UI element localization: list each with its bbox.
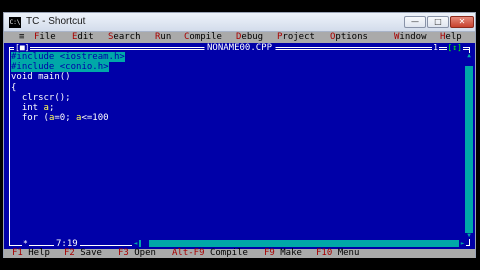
menu-debug-label: ebug [241, 32, 264, 42]
status-label: Menu [337, 248, 360, 258]
code-line: #include <iostream.h> [11, 52, 125, 62]
menu-run-label: un [160, 32, 172, 42]
menu-file[interactable]: File [34, 32, 56, 43]
code-token: <=100 [81, 113, 109, 124]
menu-compile[interactable]: Compile [184, 32, 222, 43]
code-token: =0; [54, 113, 77, 124]
code-token: ; [48, 102, 55, 113]
status-help[interactable]: F1 Help [12, 249, 50, 258]
code-line: #include <conio.h> [11, 62, 125, 73]
status-label: Open [134, 248, 156, 258]
status-key: F1 [12, 248, 23, 258]
maximize-button[interactable]: □ [427, 16, 449, 28]
code-token: for ( [11, 113, 49, 124]
minimize-icon: — [411, 17, 419, 26]
vertical-scrollbar[interactable]: ▲ ▼ [465, 53, 473, 239]
vertical-scroll-thumb[interactable] [465, 59, 473, 66]
status-key: F3 [118, 248, 129, 258]
scroll-left-icon[interactable]: ◄ [132, 240, 139, 247]
menu-project-label: roject [282, 32, 315, 42]
close-button[interactable]: ✕ [450, 16, 474, 28]
code-line: void main() [11, 72, 71, 83]
code-line: clrscr(); [11, 92, 71, 103]
status-save[interactable]: F2 Save [64, 249, 102, 258]
status-label: Compile [209, 248, 248, 258]
menu-options-label: ptions [335, 32, 368, 42]
menu-file-label: ile [39, 32, 56, 42]
status-key: F2 [64, 248, 75, 258]
menu-help[interactable]: Help [440, 32, 462, 43]
status-open[interactable]: F3 Open [118, 249, 156, 258]
console-icon[interactable]: C:\ [9, 17, 21, 28]
selected-text: #include <iostream.h> [11, 52, 125, 62]
status-compile[interactable]: Alt-F9 Compile [172, 249, 248, 258]
code-token: int [11, 102, 44, 113]
menu-help-label: elp [445, 32, 462, 42]
editor-zoom-box[interactable]: [↕] [446, 43, 463, 53]
status-key: F10 [316, 248, 333, 258]
status-bar: F1 Help F2 Save F3 Open Alt-F9 Compile F… [4, 249, 475, 258]
horizontal-scroll-thumb[interactable] [141, 240, 149, 247]
status-key: F9 [264, 248, 275, 258]
status-label: Make [280, 248, 302, 258]
scroll-down-icon[interactable]: ▼ [465, 233, 473, 239]
code-line: { [11, 82, 17, 93]
status-menu[interactable]: F10 Menu [316, 249, 359, 258]
menu-edit-label: dit [77, 32, 94, 42]
maximize-icon: □ [434, 17, 442, 26]
status-label: Save [80, 248, 102, 258]
editor-frame-left [9, 47, 10, 246]
scroll-right-icon[interactable]: ► [459, 240, 466, 247]
editor-window[interactable]: [■] NONAME00.CPP 1 [↕] #include <iostrea… [4, 43, 475, 249]
window-titlebar[interactable]: C:\ TC - Shortcut — □ ✕ [4, 13, 475, 32]
menu-window-label: indow [399, 32, 427, 42]
menu-bar: ≡ File Edit Search Run Compile Debug Pro… [4, 32, 475, 43]
system-menu-icon[interactable]: ≡ [19, 32, 24, 43]
code-line: int a; [11, 103, 125, 113]
menu-edit[interactable]: Edit [72, 32, 94, 43]
menu-run[interactable]: Run [155, 32, 171, 43]
editor-file-title: NONAME00.CPP [203, 43, 276, 53]
menu-debug[interactable]: Debug [236, 32, 263, 43]
status-key: Alt-F9 [172, 248, 205, 258]
status-label: Help [28, 248, 50, 258]
editor-window-number: 1 [432, 43, 439, 53]
menu-search-label: earch [113, 32, 141, 42]
horizontal-scrollbar[interactable]: ◄ ► [132, 240, 466, 247]
close-icon: ✕ [458, 17, 466, 26]
menu-window[interactable]: Window [394, 32, 427, 43]
menu-compile-label: ompile [189, 32, 222, 42]
console-window: C:\ TC - Shortcut — □ ✕ ≡ File Edit Sear… [3, 12, 476, 258]
minimize-button[interactable]: — [404, 16, 426, 28]
selected-text: #include <conio.h> [11, 62, 109, 73]
menu-search[interactable]: Search [108, 32, 141, 43]
status-make[interactable]: F9 Make [264, 249, 302, 258]
code-area[interactable]: #include <iostream.h> #include <conio.h>… [11, 52, 125, 123]
window-title: TC - Shortcut [26, 16, 86, 27]
screen-letterbox: C:\ TC - Shortcut — □ ✕ ≡ File Edit Sear… [0, 0, 480, 270]
menu-options[interactable]: Options [330, 32, 368, 43]
code-line: for (a=0; a<=100 [11, 113, 125, 123]
menu-project[interactable]: Project [277, 32, 315, 43]
